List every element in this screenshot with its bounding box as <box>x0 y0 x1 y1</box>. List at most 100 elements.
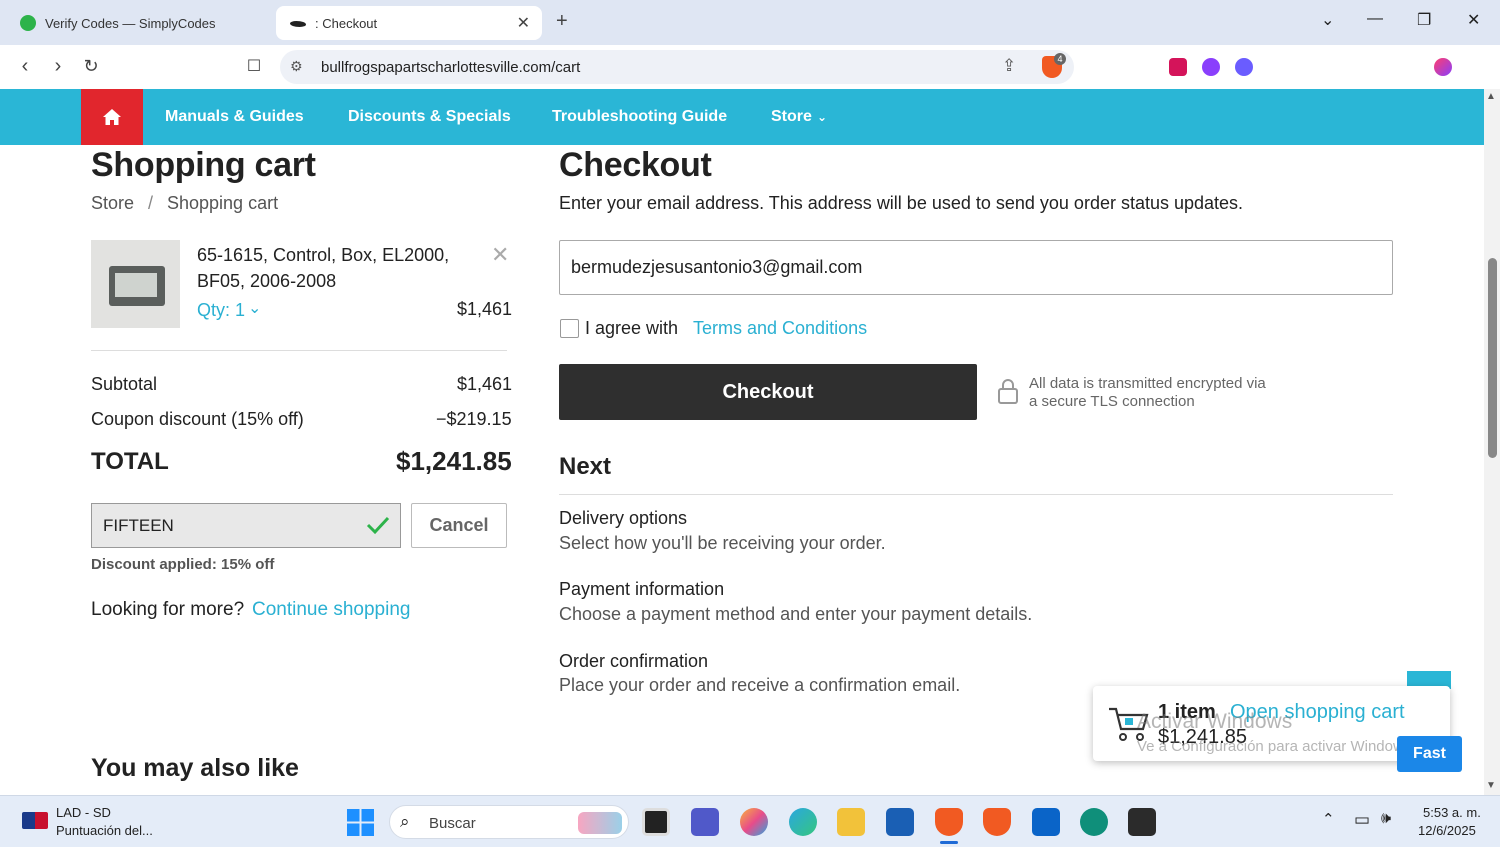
divider <box>91 350 507 351</box>
outlook-icon[interactable] <box>1032 808 1060 836</box>
secure-note-line1: All data is transmitted encrypted via <box>1029 375 1266 392</box>
search-icon: ⌕ <box>400 812 410 831</box>
nav-troubleshooting-guide[interactable]: Troubleshooting Guide <box>552 108 727 126</box>
back-icon[interactable]: ‹ <box>12 53 38 79</box>
chevron-down-icon[interactable]: ⌄ <box>248 298 261 318</box>
breadcrumb-separator: / <box>148 193 154 213</box>
ublock-extension-icon[interactable] <box>1169 58 1187 76</box>
step-confirmation-desc: Place your order and receive a confirmat… <box>559 675 961 695</box>
extension-icon[interactable] <box>1202 58 1220 76</box>
nav-discounts-specials[interactable]: Discounts & Specials <box>348 108 511 126</box>
bookmark-icon[interactable]: ☐ <box>241 53 267 79</box>
bullfrog-favicon-icon <box>290 21 306 27</box>
forward-icon[interactable]: › <box>45 53 71 79</box>
site-settings-icon[interactable]: ⚙ <box>290 58 303 75</box>
terminal-icon[interactable] <box>1128 808 1156 836</box>
close-window-icon[interactable]: ✕ <box>1467 10 1480 30</box>
subtotal-value: $1,461 <box>457 374 513 394</box>
breadcrumb-store[interactable]: Store <box>91 193 134 214</box>
shopping-cart-heading: Shopping cart <box>91 146 316 184</box>
site-navigation: Manuals & Guides Discounts & Specials Tr… <box>0 89 1484 145</box>
taskbar-search[interactable]: ⌕ Buscar <box>389 805 629 839</box>
remove-item-icon[interactable]: ✕ <box>491 242 509 268</box>
scrollbar-thumb[interactable] <box>1488 258 1497 458</box>
browser-tab-strip: Verify Codes — SimplyCodes : Checkout ✕ … <box>0 0 1500 45</box>
discount-applied-note: Discount applied: 15% off <box>91 556 275 573</box>
tab-title: : Checkout <box>315 15 378 31</box>
step-payment-name: Payment information <box>559 579 725 599</box>
agree-terms-label: I agree with <box>585 318 679 338</box>
nav-store[interactable]: Store <box>771 108 812 126</box>
step-delivery-desc: Select how you'll be receiving your orde… <box>559 533 886 553</box>
tab-checkout[interactable]: : Checkout ✕ <box>276 6 542 40</box>
looking-for-more-text: Looking for more? <box>91 599 245 620</box>
share-icon[interactable]: ⇪ <box>1002 56 1016 76</box>
browser-toolbar: ‹ › ↻ ☐ ⚙ bullfrogspapartscharlottesvill… <box>0 45 1500 120</box>
close-tab-icon[interactable]: ✕ <box>517 13 530 33</box>
vpn-app-icon[interactable] <box>1080 808 1108 836</box>
taskbar-time[interactable]: 5:53 a. m. <box>1423 805 1481 820</box>
task-view-icon[interactable] <box>642 808 670 836</box>
mlb-logo-icon[interactable] <box>22 812 48 829</box>
nav-manuals-guides[interactable]: Manuals & Guides <box>165 108 304 126</box>
copilot-icon[interactable] <box>740 808 768 836</box>
quantity-selector[interactable]: Qty: 1 <box>197 300 245 321</box>
cancel-coupon-button[interactable]: Cancel <box>411 503 507 548</box>
chevron-down-icon[interactable]: ⌄ <box>817 110 827 124</box>
home-icon <box>103 109 121 125</box>
active-app-indicator <box>940 841 958 844</box>
network-icon[interactable]: ▭ <box>1354 810 1370 830</box>
url-text[interactable]: bullfrogspapartscharlottesville.com/cart <box>321 59 580 76</box>
show-hidden-icons-icon[interactable]: ⌃ <box>1322 810 1335 828</box>
email-field[interactable]: bermudezjesusantonio3@gmail.com <box>559 240 1393 295</box>
coupon-discount-value: −$219.15 <box>436 409 512 429</box>
lock-icon <box>998 379 1018 404</box>
restore-icon[interactable]: ❐ <box>1417 10 1431 30</box>
volume-icon[interactable]: 🕪 <box>1381 810 1391 828</box>
address-bar[interactable]: ⚙ bullfrogspapartscharlottesville.com/ca… <box>280 50 1074 84</box>
brave-beta-icon[interactable] <box>983 808 1011 836</box>
email-value[interactable]: bermudezjesusantonio3@gmail.com <box>571 257 862 278</box>
widget-title[interactable]: LAD - SD <box>56 805 111 820</box>
tab-simplycodes[interactable]: Verify Codes — SimplyCodes <box>6 6 268 40</box>
widget-subtitle[interactable]: Puntuación del... <box>56 823 153 838</box>
taskbar-date[interactable]: 12/6/2025 <box>1418 823 1476 838</box>
agree-terms-checkbox[interactable] <box>560 319 579 338</box>
file-explorer-icon[interactable] <box>837 808 865 836</box>
continue-shopping-link[interactable]: Continue shopping <box>252 599 410 621</box>
windows-taskbar: LAD - SD Puntuación del... ⌕ Buscar ⌃ ▭ … <box>0 795 1500 847</box>
new-tab-icon[interactable]: + <box>556 10 568 33</box>
brave-icon[interactable] <box>935 808 963 836</box>
home-button[interactable] <box>81 89 143 145</box>
scroll-up-icon[interactable]: ▲ <box>1486 91 1496 102</box>
edge-icon[interactable] <box>789 808 817 836</box>
terms-conditions-link[interactable]: Terms and Conditions <box>693 318 867 339</box>
secure-note-line2: a secure TLS connection <box>1029 393 1195 410</box>
fast-button[interactable]: Fast <box>1397 736 1462 772</box>
product-name[interactable]: 65-1615, Control, Box, EL2000, BF05, 200… <box>197 242 467 294</box>
coupon-code-field[interactable]: FIFTEEN <box>91 503 401 548</box>
step-payment-desc: Choose a payment method and enter your p… <box>559 604 1033 624</box>
store-icon[interactable] <box>886 808 914 836</box>
extension-icon[interactable] <box>1235 58 1253 76</box>
shield-count-badge: 4 <box>1054 53 1066 65</box>
tab-title: Verify Codes — SimplyCodes <box>45 15 216 31</box>
checkout-button[interactable]: Checkout <box>559 364 977 420</box>
next-heading: Next <box>559 453 612 480</box>
minimize-icon[interactable]: — <box>1367 10 1383 28</box>
taskbar-search-text[interactable]: Buscar <box>429 815 476 832</box>
scroll-down-icon[interactable]: ▼ <box>1486 780 1496 791</box>
profile-avatar-icon[interactable] <box>1434 58 1452 76</box>
breadcrumb-current: Shopping cart <box>167 193 279 213</box>
product-thumbnail[interactable] <box>91 240 180 328</box>
activate-windows-title: Activar Windows <box>1137 710 1293 733</box>
coupon-code-value[interactable]: FIFTEEN <box>103 516 174 536</box>
windows-start-icon[interactable] <box>347 809 374 836</box>
reload-icon[interactable]: ↻ <box>78 53 104 79</box>
step-confirmation-name: Order confirmation <box>559 651 709 671</box>
activate-windows-desc: Ve a Configuración para activar Windows. <box>1137 738 1416 755</box>
checkout-heading: Checkout <box>559 146 712 184</box>
teams-icon[interactable] <box>691 808 719 836</box>
control-box-label <box>115 273 157 297</box>
tab-search-chevron-icon[interactable]: ⌄ <box>1321 10 1334 30</box>
